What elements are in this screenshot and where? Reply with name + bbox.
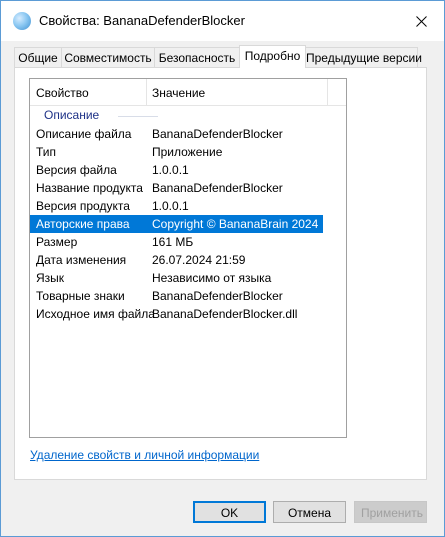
property-name: Версия файла [36,163,117,177]
apply-button[interactable]: Применить [354,501,427,523]
column-divider[interactable] [327,79,328,105]
list-header: Свойство Значение [30,79,346,106]
property-value: Приложение [152,145,223,159]
property-value: 1.0.0.1 [152,163,189,177]
remove-properties-link[interactable]: Удаление свойств и личной информации [30,448,259,462]
column-header-property[interactable]: Свойство [36,86,89,100]
tab-details[interactable]: Подробно [239,45,306,68]
property-value: BananaDefenderBlocker [152,127,283,141]
property-name: Тип [36,145,57,159]
property-value: BananaDefenderBlocker [152,181,283,195]
group-header-description: Описание [30,107,346,125]
property-name: Версия продукта [36,199,130,213]
property-value: Независимо от языка [152,271,272,285]
properties-listview[interactable]: Свойство Значение Описание Описание файл… [29,78,347,438]
close-button[interactable] [398,1,444,41]
property-name: Описание файла [36,127,132,141]
table-row[interactable]: Название продукта BananaDefenderBlocker [30,179,346,197]
property-name: Дата изменения [36,253,127,267]
close-icon [415,15,427,27]
app-sphere-icon [13,12,31,30]
property-value: Copyright © BananaBrain 2024 [152,217,319,231]
tab-compatibility[interactable]: Совместимость [61,47,155,67]
table-row-selected[interactable]: Авторские права Copyright © BananaBrain … [30,215,323,233]
property-value: 161 МБ [152,235,194,249]
tab-previous-versions[interactable]: Предыдущие версии [305,47,422,67]
window-title: Свойства: BananaDefenderBlocker [39,13,245,28]
title-bar: Свойства: BananaDefenderBlocker [1,1,444,41]
tab-security[interactable]: Безопасность [154,47,240,67]
group-label: Описание [44,108,100,122]
property-name: Товарные знаки [36,289,125,303]
ok-button[interactable]: OK [193,501,266,523]
table-row[interactable]: Версия файла 1.0.0.1 [30,161,346,179]
column-header-value[interactable]: Значение [152,86,205,100]
table-row[interactable]: Тип Приложение [30,143,346,161]
details-panel: Свойство Значение Описание Описание файл… [14,67,427,480]
table-row[interactable]: Описание файла BananaDefenderBlocker [30,125,346,143]
property-name: Размер [36,235,78,249]
table-row[interactable]: Версия продукта 1.0.0.1 [30,197,346,215]
table-row[interactable]: Язык Независимо от языка [30,269,346,287]
table-row[interactable]: Размер 161 МБ [30,233,346,251]
column-divider[interactable] [146,79,147,105]
table-row[interactable]: Товарные знаки BananaDefenderBlocker [30,287,346,305]
tab-general[interactable]: Общие [14,47,62,67]
table-row[interactable]: Исходное имя файла BananaDefenderBlocker… [30,305,346,323]
table-row[interactable]: Дата изменения 26.07.2024 21:59 [30,251,346,269]
property-name: Авторские права [36,217,130,231]
properties-window: Свойства: BananaDefenderBlocker Общие Со… [0,0,445,537]
cancel-button[interactable]: Отмена [273,501,346,523]
property-name: Название продукта [36,181,143,195]
property-value: BananaDefenderBlocker [152,289,283,303]
property-value: 26.07.2024 21:59 [152,253,246,267]
property-name: Язык [36,271,65,285]
property-value: BananaDefenderBlocker.dll [152,307,298,321]
property-value: 1.0.0.1 [152,199,189,213]
group-divider [118,116,158,117]
property-name: Исходное имя файла [36,307,155,321]
